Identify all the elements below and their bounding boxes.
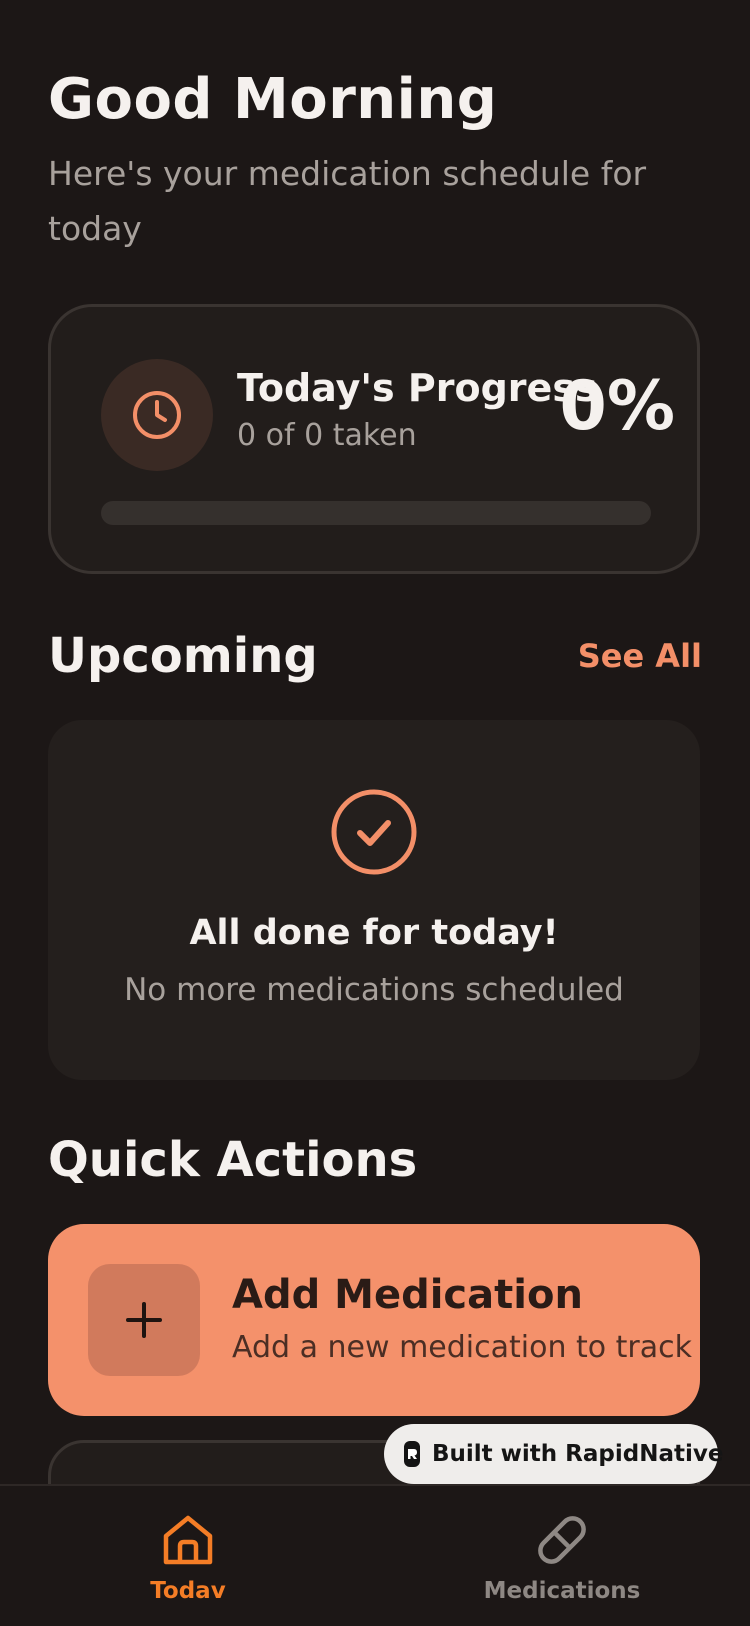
bottom-nav: Todav Medications [0, 1484, 750, 1626]
add-medication-subtitle: Add a new medication to track [232, 1330, 693, 1365]
greeting-title: Good Morning [48, 67, 498, 132]
nav-tab-medications[interactable]: Medications [442, 1510, 682, 1606]
home-icon [163, 1515, 213, 1565]
nav-label-today: Todav [150, 1578, 226, 1604]
progress-bar [101, 501, 651, 525]
progress-card: Today's Progress 0 of 0 taken 0% [48, 304, 700, 574]
check-circle-icon [331, 789, 417, 875]
add-medication-title: Add Medication [232, 1272, 583, 1318]
progress-count: 0 of 0 taken [237, 418, 417, 453]
upcoming-empty-state: All done for today! No more medications … [48, 720, 700, 1080]
empty-state-subtitle: No more medications scheduled [124, 972, 624, 1008]
greeting-subtitle: Here's your medication schedule for toda… [48, 154, 647, 248]
empty-state-title: All done for today! [189, 913, 559, 953]
built-with-badge[interactable]: Built with RapidNative [384, 1424, 723, 1484]
nav-label-medications: Medications [483, 1578, 641, 1604]
clock-icon [101, 359, 213, 471]
quick-actions-title: Quick Actions [48, 1132, 418, 1188]
nav-tab-today[interactable]: Todav [68, 1510, 308, 1606]
pill-icon [538, 1516, 586, 1564]
upcoming-section-title: Upcoming [48, 628, 318, 684]
add-medication-button[interactable]: Add Medication Add a new medication to t… [48, 1224, 700, 1416]
progress-percent: 0% [559, 367, 675, 446]
rapidnative-logo-icon [404, 1441, 420, 1467]
plus-icon [88, 1264, 200, 1376]
see-all-link[interactable]: See All [578, 636, 702, 676]
today-screen: Good Morning Here's your medication sche… [0, 0, 750, 1626]
progress-title: Today's Progress [237, 366, 598, 410]
badge-label: Built with RapidNative [432, 1441, 724, 1467]
